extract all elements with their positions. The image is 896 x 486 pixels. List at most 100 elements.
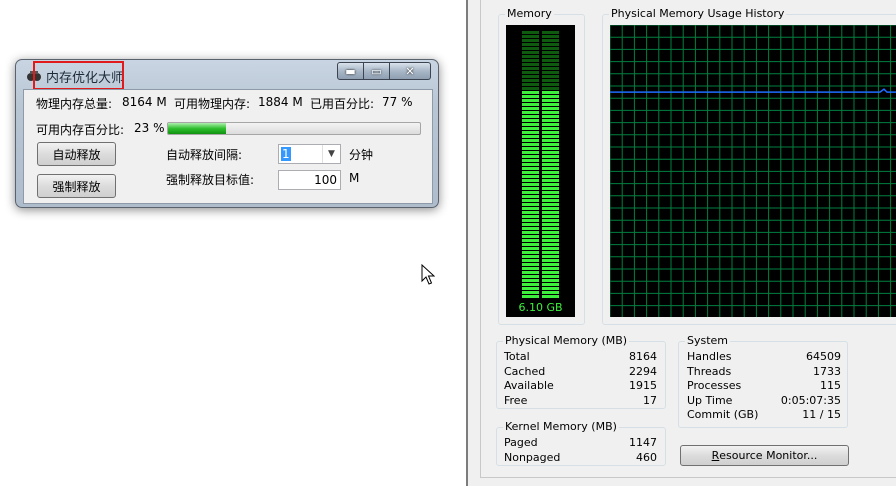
minimize-button[interactable]: ▬ bbox=[337, 62, 364, 80]
maximize-icon: ▭ bbox=[371, 64, 382, 78]
meter-segment-dim bbox=[542, 51, 559, 54]
meter-segment-dim bbox=[542, 59, 559, 62]
meter-segment-lit bbox=[522, 287, 539, 290]
meter-segment-dim bbox=[542, 71, 559, 74]
target-unit: M bbox=[349, 171, 360, 185]
meter-segment-lit bbox=[522, 211, 539, 214]
meter-segment-lit bbox=[542, 103, 559, 106]
row-label: Handles bbox=[687, 350, 732, 363]
meter-segment-lit bbox=[542, 179, 559, 182]
table-row: Paged 1147 bbox=[504, 436, 657, 450]
meter-segment-lit bbox=[542, 267, 559, 270]
meter-segment-lit bbox=[522, 255, 539, 258]
meter-segment-lit bbox=[522, 191, 539, 194]
meter-segment-lit bbox=[542, 199, 559, 202]
history-graph-svg bbox=[609, 24, 896, 317]
meter-segment-dim bbox=[522, 71, 539, 74]
memory-usage-label: 6.10 GB bbox=[518, 301, 563, 314]
meter-segment-lit bbox=[542, 143, 559, 146]
close-button[interactable]: ✕ bbox=[390, 62, 431, 80]
interval-select[interactable]: 1 ▼ bbox=[278, 144, 341, 164]
meter-segment-lit bbox=[522, 147, 539, 150]
meter-segment-lit bbox=[522, 143, 539, 146]
meter-segment-lit bbox=[522, 179, 539, 182]
kernel-memory-title: Kernel Memory (MB) bbox=[503, 420, 619, 433]
memory-meter-bars bbox=[522, 31, 559, 298]
meter-segment-lit bbox=[542, 191, 559, 194]
meter-segment-dim bbox=[542, 67, 559, 70]
resource-monitor-button[interactable]: Resource Monitor... bbox=[680, 445, 849, 466]
meter-segment-lit bbox=[542, 283, 559, 286]
meter-segment-lit bbox=[542, 131, 559, 134]
resource-monitor-label: esource Monitor... bbox=[719, 449, 818, 462]
meter-segment-lit bbox=[542, 115, 559, 118]
memory-history-graph bbox=[609, 24, 896, 317]
meter-segment-lit bbox=[522, 155, 539, 158]
meter-segment-lit bbox=[542, 175, 559, 178]
meter-segment-lit bbox=[542, 119, 559, 122]
physical-memory-title: Physical Memory (MB) bbox=[503, 334, 630, 347]
meter-segment-lit bbox=[522, 203, 539, 206]
row-value: 1915 bbox=[629, 379, 657, 392]
meter-segment-dim bbox=[522, 47, 539, 50]
meter-segment-lit bbox=[542, 163, 559, 166]
meter-segment-dim bbox=[522, 87, 539, 90]
meter-segment-lit bbox=[542, 235, 559, 238]
meter-segment-lit bbox=[542, 91, 559, 94]
meter-segment-dim bbox=[522, 75, 539, 78]
meter-segment-lit bbox=[522, 151, 539, 154]
meter-segment-lit bbox=[522, 199, 539, 202]
meter-segment-lit bbox=[542, 239, 559, 242]
meter-segment-dim bbox=[542, 35, 559, 38]
optimizer-body: 物理内存总量: 8164 M 可用物理内存: 1884 M 已用百分比: 77 … bbox=[23, 89, 433, 204]
meter-segment-lit bbox=[522, 135, 539, 138]
meter-segment-lit bbox=[542, 127, 559, 130]
meter-segment-lit bbox=[522, 219, 539, 222]
meter-segment-dim bbox=[542, 63, 559, 66]
meter-segment-lit bbox=[542, 279, 559, 282]
meter-segment-lit bbox=[542, 271, 559, 274]
chevron-down-icon[interactable]: ▼ bbox=[322, 145, 340, 163]
meter-segment-dim bbox=[522, 79, 539, 82]
optimizer-window: 内存优化大师 ▬ ▭ ✕ 物理内存总量: 8164 M 可用物理内存: 1884… bbox=[15, 59, 439, 208]
row-label: Free bbox=[504, 394, 528, 407]
meter-segment-lit bbox=[542, 231, 559, 234]
meter-segment-dim bbox=[542, 47, 559, 50]
meter-segment-lit bbox=[542, 255, 559, 258]
maximize-button[interactable]: ▭ bbox=[364, 62, 390, 80]
row-value: 115 bbox=[820, 379, 841, 392]
used-percent-value: 77 % bbox=[382, 95, 413, 109]
meter-segment-lit bbox=[522, 119, 539, 122]
force-release-button[interactable]: 强制释放 bbox=[37, 174, 116, 198]
meter-segment-lit bbox=[522, 259, 539, 262]
meter-segment-lit bbox=[522, 131, 539, 134]
physical-memory-table: Total 8164 Cached 2294 Available 1915 Fr… bbox=[504, 350, 657, 408]
row-label: Nonpaged bbox=[504, 451, 561, 464]
meter-segment-lit bbox=[522, 123, 539, 126]
meter-segment-lit bbox=[522, 291, 539, 294]
meter-segment-dim bbox=[542, 55, 559, 58]
meter-segment-lit bbox=[542, 215, 559, 218]
meter-segment-lit bbox=[542, 147, 559, 150]
target-input[interactable]: 100 bbox=[278, 170, 341, 190]
available-percent-progress bbox=[167, 122, 421, 135]
meter-segment-lit bbox=[522, 159, 539, 162]
tab-border-bottom bbox=[480, 477, 896, 478]
meter-segment-lit bbox=[522, 163, 539, 166]
table-row: Nonpaged 460 bbox=[504, 451, 657, 465]
meter-segment-dim bbox=[522, 35, 539, 38]
row-label: Processes bbox=[687, 379, 742, 392]
meter-segment-dim bbox=[522, 83, 539, 86]
history-title: Physical Memory Usage History bbox=[609, 7, 787, 20]
auto-release-button[interactable]: 自动释放 bbox=[37, 142, 116, 166]
meter-segment-dim bbox=[542, 31, 559, 34]
memory-meter: 6.10 GB bbox=[506, 25, 575, 317]
table-row: Commit (GB) 11 / 15 bbox=[687, 408, 841, 422]
meter-segment-lit bbox=[522, 247, 539, 250]
meter-segment-lit bbox=[542, 99, 559, 102]
meter-segment-dim bbox=[522, 39, 539, 42]
meter-segment-dim bbox=[522, 67, 539, 70]
meter-segment-lit bbox=[522, 127, 539, 130]
caption-buttons: ▬ ▭ ✕ bbox=[337, 62, 431, 80]
used-percent-label: 已用百分比: bbox=[310, 97, 375, 111]
